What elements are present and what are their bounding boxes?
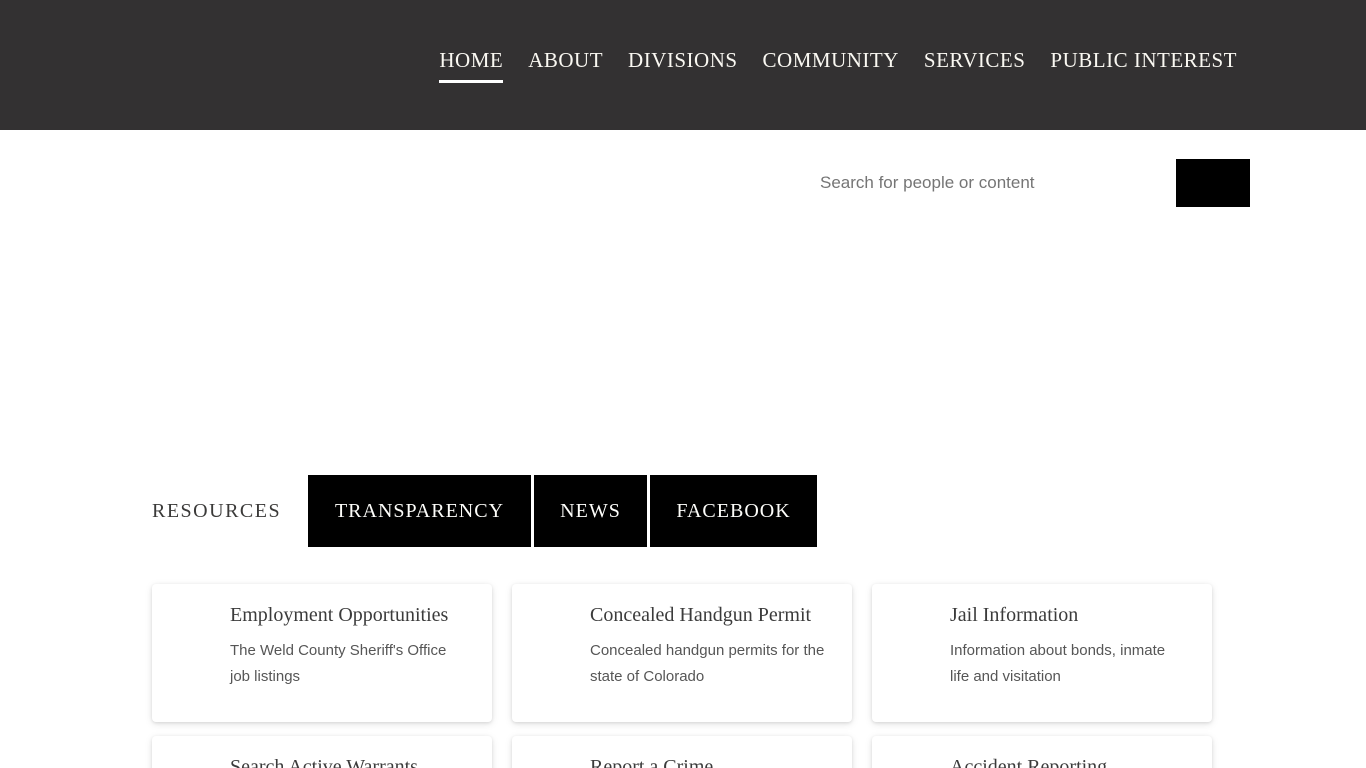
tab-button-facebook[interactable]: FACEBOOK	[650, 475, 817, 547]
main-nav: HOME ABOUT DIVISIONS COMMUNITY SERVICES …	[439, 0, 1237, 130]
card-description: Information about bonds, inmate life and…	[950, 638, 1188, 689]
card-search-active-warrants[interactable]: Search Active Warrants	[152, 736, 492, 768]
card-concealed-handgun-permit[interactable]: Concealed Handgun Permit Concealed handg…	[512, 584, 852, 722]
card-report-a-crime[interactable]: Report a Crime	[512, 736, 852, 768]
nav-item-services[interactable]: SERVICES	[924, 48, 1026, 83]
resources-tabs-row: RESOURCES TRANSPARENCY NEWS FACEBOOK	[152, 475, 820, 547]
nav-item-community[interactable]: COMMUNITY	[763, 48, 899, 83]
nav-item-home[interactable]: HOME	[439, 48, 503, 83]
card-title: Employment Opportunities	[230, 604, 472, 627]
card-description: The Weld County Sheriff's Office job lis…	[230, 638, 468, 689]
tab-button-transparency[interactable]: TRANSPARENCY	[308, 475, 531, 547]
resources-label: RESOURCES	[152, 500, 280, 523]
tab-buttons-group: TRANSPARENCY NEWS FACEBOOK	[308, 475, 820, 547]
nav-item-public-interest[interactable]: PUBLIC INTEREST	[1050, 48, 1237, 83]
card-title: Accident Reporting	[950, 756, 1192, 768]
nav-item-divisions[interactable]: DIVISIONS	[628, 48, 738, 83]
card-title: Report a Crime	[590, 756, 832, 768]
header-bar: HOME ABOUT DIVISIONS COMMUNITY SERVICES …	[0, 0, 1366, 130]
card-title: Jail Information	[950, 604, 1192, 627]
nav-item-about[interactable]: ABOUT	[528, 48, 603, 83]
resource-cards-grid: Employment Opportunities The Weld County…	[152, 584, 1212, 768]
card-jail-information[interactable]: Jail Information Information about bonds…	[872, 584, 1212, 722]
search-input[interactable]	[820, 165, 1165, 201]
card-employment-opportunities[interactable]: Employment Opportunities The Weld County…	[152, 584, 492, 722]
tab-button-news[interactable]: NEWS	[534, 475, 647, 547]
card-accident-reporting[interactable]: Accident Reporting	[872, 736, 1212, 768]
card-title: Concealed Handgun Permit	[590, 604, 832, 627]
card-description: Concealed handgun permits for the state …	[590, 638, 828, 689]
card-title: Search Active Warrants	[230, 756, 472, 768]
search-button[interactable]	[1176, 159, 1250, 207]
